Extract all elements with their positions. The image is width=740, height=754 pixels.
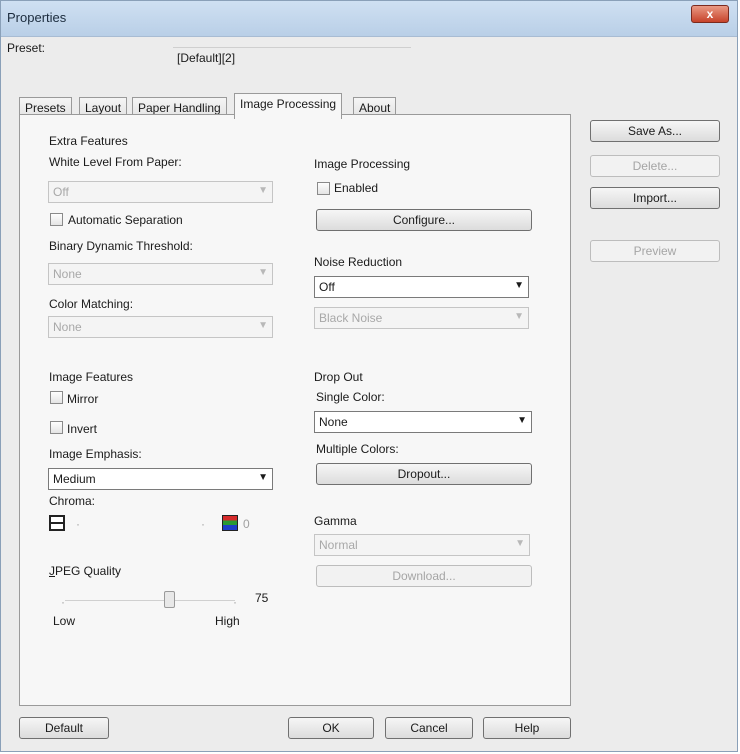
default-button[interactable]: Default	[19, 717, 109, 739]
preset-divider	[173, 47, 411, 48]
chevron-down-icon: ▼	[258, 320, 268, 331]
noise-type-select[interactable]: Black Noise ▼	[314, 307, 529, 329]
chevron-down-icon: ▼	[258, 472, 268, 483]
noise-reduction-label: Noise Reduction	[314, 255, 403, 269]
enabled-label: Enabled	[334, 181, 379, 195]
image-features-heading: Image Features	[49, 370, 134, 384]
noise-reduction-value: Off	[319, 280, 335, 294]
jpeg-high-label: High	[215, 614, 240, 628]
drop-out-heading: Drop Out	[314, 370, 363, 384]
title-bar: Properties x	[1, 1, 737, 37]
preview-button[interactable]: Preview	[590, 240, 720, 262]
grayscale-icon	[49, 515, 65, 531]
binary-threshold-label: Binary Dynamic Threshold:	[49, 239, 193, 253]
jpeg-low-label: Low	[53, 614, 76, 628]
enabled-checkbox[interactable]	[317, 182, 330, 195]
invert-checkbox[interactable]	[50, 421, 63, 434]
chroma-min-tick: ·	[76, 517, 80, 531]
mirror-label: Mirror	[67, 392, 99, 406]
cancel-button[interactable]: Cancel	[385, 717, 473, 739]
configure-button[interactable]: Configure...	[316, 209, 532, 231]
color-matching-value: None	[53, 320, 82, 334]
jpeg-min-tick: ·	[61, 595, 65, 609]
image-emphasis-value: Medium	[53, 472, 96, 486]
chevron-down-icon: ▼	[515, 538, 525, 549]
noise-reduction-select[interactable]: Off ▼	[314, 276, 529, 298]
binary-threshold-value: None	[53, 267, 82, 281]
image-emphasis-select[interactable]: Medium ▼	[48, 468, 273, 490]
chroma-max-tick: ·	[201, 517, 205, 531]
image-emphasis-label: Image Emphasis:	[49, 447, 142, 461]
preset-value: [Default][2]	[177, 51, 236, 65]
jpeg-max-tick: ·	[233, 595, 237, 609]
chevron-down-icon: ▼	[514, 311, 524, 322]
single-color-select[interactable]: None ▼	[314, 411, 532, 433]
jpeg-quality-value: 75	[255, 591, 269, 605]
image-processing-heading: Image Processing	[314, 157, 411, 171]
import-button[interactable]: Import...	[590, 187, 720, 209]
chroma-label: Chroma:	[49, 494, 96, 508]
noise-type-value: Black Noise	[319, 311, 383, 325]
chroma-scale-value: 0	[243, 517, 250, 531]
extra-features-heading: Extra Features	[49, 134, 128, 148]
chevron-down-icon: ▼	[258, 185, 268, 196]
color-matching-label: Color Matching:	[49, 297, 134, 311]
tab-image-processing[interactable]: Image Processing	[234, 93, 343, 119]
binary-threshold-select[interactable]: None ▼	[48, 263, 273, 285]
dropout-button[interactable]: Dropout...	[316, 463, 532, 485]
help-button[interactable]: Help	[483, 717, 571, 739]
preset-label: Preset:	[7, 41, 46, 55]
automatic-separation-checkbox[interactable]	[50, 213, 63, 226]
close-button[interactable]: x	[691, 5, 729, 23]
delete-button[interactable]: Delete...	[590, 155, 720, 177]
chevron-down-icon: ▼	[258, 267, 268, 278]
save-as-button[interactable]: Save As...	[590, 120, 720, 142]
window-title: Properties	[7, 10, 67, 25]
properties-window: Properties x Preset: [Default][2] Preset…	[0, 0, 738, 752]
single-color-label: Single Color:	[316, 390, 385, 404]
white-level-select[interactable]: Off ▼	[48, 181, 273, 203]
multiple-colors-label: Multiple Colors:	[316, 442, 399, 456]
download-button[interactable]: Download...	[316, 565, 532, 587]
invert-label: Invert	[67, 422, 98, 436]
white-level-value: Off	[53, 185, 69, 199]
ok-button[interactable]: OK	[288, 717, 374, 739]
chevron-down-icon: ▼	[517, 415, 527, 426]
jpeg-quality-track	[65, 600, 235, 601]
color-matching-select[interactable]: None ▼	[48, 316, 273, 338]
jpeg-quality-slider[interactable]	[164, 591, 176, 608]
automatic-separation-label: Automatic Separation	[68, 213, 183, 227]
jpeg-quality-label: JPEG Quality	[49, 564, 122, 578]
chevron-down-icon: ▼	[514, 280, 524, 291]
gamma-value: Normal	[319, 538, 358, 552]
color-icon	[222, 515, 238, 531]
gamma-label: Gamma	[314, 514, 357, 528]
gamma-select[interactable]: Normal ▼	[314, 534, 530, 556]
single-color-value: None	[319, 415, 348, 429]
mirror-checkbox[interactable]	[50, 391, 63, 404]
white-level-label: White Level From Paper:	[49, 155, 182, 169]
